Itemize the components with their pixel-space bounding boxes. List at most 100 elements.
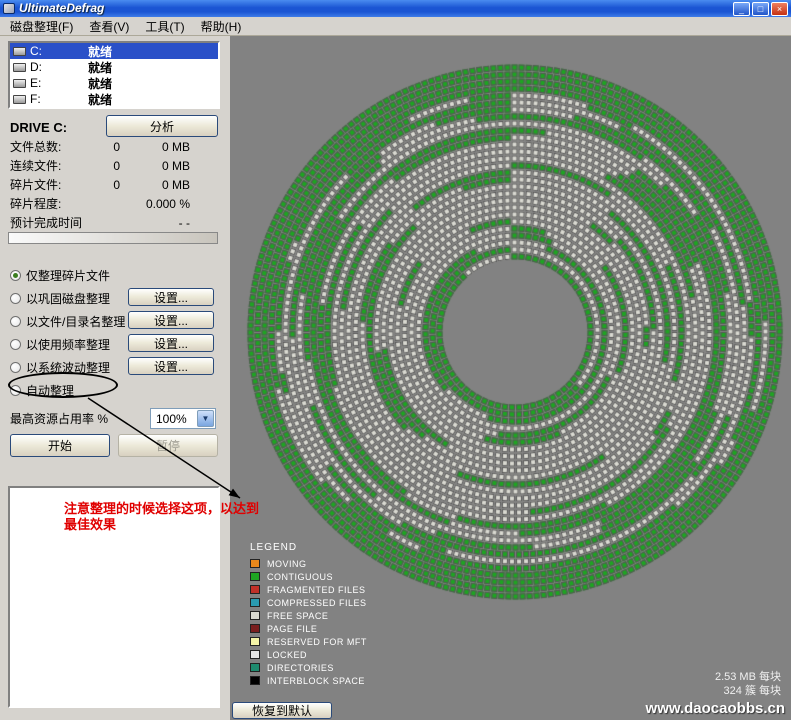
option-frequency[interactable]: 以使用频率整理 设置... [10, 334, 220, 354]
legend-swatch [250, 624, 260, 633]
drive-name: E: [30, 76, 52, 90]
drive-row-d[interactable]: D: 就绪 [10, 59, 218, 75]
radio-icon[interactable] [10, 362, 21, 373]
maximize-icon[interactable]: □ [752, 2, 769, 16]
option-fragmented-only[interactable]: 仅整理碎片文件 [10, 265, 110, 285]
radio-icon[interactable] [10, 385, 21, 396]
analyze-button[interactable]: 分析 [106, 115, 218, 137]
control-panel: C: 就绪 D: 就绪 E: 就绪 F: 就绪 DRIVE C: 分析 文件总数… [0, 36, 230, 720]
window-controls: _ □ × [733, 2, 788, 16]
progress-bar [8, 232, 218, 244]
disk-map-panel: LEGEND MOVING CONTIGUOUS FRAGMENTED FILE… [230, 36, 791, 720]
restore-default-button[interactable]: 恢复到默认 [232, 702, 332, 719]
settings-button[interactable]: 设置... [128, 311, 214, 329]
legend-item-directories: DIRECTORIES [250, 661, 367, 674]
close-icon[interactable]: × [771, 2, 788, 16]
drive-row-f[interactable]: F: 就绪 [10, 91, 218, 107]
stat-contiguous-files: 连续文件: 0 0 MB [0, 156, 230, 175]
radio-icon[interactable] [10, 316, 21, 327]
minimize-icon[interactable]: _ [733, 2, 750, 16]
annotation-line1: 注意整理的时候选择这项，以达到 [64, 501, 259, 517]
titlebar: UltimateDefrag _ □ × [0, 0, 791, 17]
stat-fragmented-files: 碎片文件: 0 0 MB [0, 175, 230, 194]
drive-name: C: [30, 44, 52, 58]
stat-fragmentation-level: 碎片程度: 0.000 % [0, 194, 230, 213]
radio-icon[interactable] [10, 293, 21, 304]
settings-button[interactable]: 设置... [128, 357, 214, 375]
legend-swatch [250, 598, 260, 607]
chevron-down-icon[interactable]: ▼ [197, 410, 214, 427]
stat-label: 连续文件: [0, 157, 96, 174]
option-volatility[interactable]: 以系统波动整理 设置... [10, 357, 220, 377]
ultimatedefrag-window: { "window": { "title": "UltimateDefrag",… [0, 0, 791, 720]
legend-label: RESERVED FOR MFT [267, 637, 367, 647]
drive-list: C: 就绪 D: 就绪 E: 就绪 F: 就绪 [8, 41, 220, 109]
stat-label: 碎片程度: [0, 195, 96, 212]
legend-label: CONTIGUOUS [267, 572, 333, 582]
legend-swatch [250, 559, 260, 568]
menu-tools[interactable]: 工具(T) [137, 16, 192, 37]
annotation-line2: 最佳效果 [64, 517, 259, 533]
block-info: 2.53 MB 每块 324 簇 每块 [715, 670, 781, 698]
app-icon [3, 3, 15, 14]
legend-swatch [250, 585, 260, 594]
radio-icon[interactable] [10, 270, 21, 281]
resource-usage-dropdown[interactable]: 100% ▼ [150, 408, 216, 429]
menu-defrag[interactable]: 磁盘整理(F) [2, 16, 81, 37]
stat-total-files: 文件总数: 0 0 MB [0, 137, 230, 156]
start-button[interactable]: 开始 [10, 434, 110, 457]
block-size-label: 2.53 MB 每块 [715, 670, 781, 684]
legend-item-free-space: FREE SPACE [250, 609, 367, 622]
option-label: 自动整理 [26, 382, 74, 399]
stat-size: 0 MB [120, 178, 230, 192]
resource-usage-label: 最高资源占用率 % [10, 412, 108, 426]
drive-status: 就绪 [88, 43, 112, 60]
stat-size: 0 MB [120, 159, 230, 173]
legend-item-interblock: INTERBLOCK SPACE [250, 674, 367, 687]
drive-icon [13, 63, 26, 72]
cluster-size-label: 324 簇 每块 [715, 684, 781, 698]
legend-label: COMPRESSED FILES [267, 598, 367, 608]
legend-swatch [250, 572, 260, 581]
option-auto[interactable]: 自动整理 [10, 380, 74, 400]
option-label: 以巩固磁盘整理 [26, 290, 110, 307]
legend-label: MOVING [267, 559, 307, 569]
window-title: UltimateDefrag [19, 0, 104, 17]
option-label: 以文件/目录名整理 [26, 313, 125, 330]
drive-name: D: [30, 60, 52, 74]
menubar: 磁盘整理(F) 查看(V) 工具(T) 帮助(H) [0, 17, 791, 36]
menu-view[interactable]: 查看(V) [81, 16, 137, 37]
option-label: 以使用频率整理 [26, 336, 110, 353]
legend-label: FRAGMENTED FILES [267, 585, 366, 595]
legend-swatch [250, 663, 260, 672]
radio-icon[interactable] [10, 339, 21, 350]
drive-status: 就绪 [88, 75, 112, 92]
drive-name: F: [30, 92, 52, 106]
legend-title: LEGEND [250, 542, 367, 553]
drive-row-e[interactable]: E: 就绪 [10, 75, 218, 91]
legend-item-contiguous: CONTIGUOUS [250, 570, 367, 583]
drive-icon [13, 95, 26, 104]
option-consolidate[interactable]: 以巩固磁盘整理 设置... [10, 288, 220, 308]
legend-item-moving: MOVING [250, 557, 367, 570]
option-filename[interactable]: 以文件/目录名整理 设置... [10, 311, 220, 331]
drive-icon [13, 47, 26, 56]
settings-button[interactable]: 设置... [128, 334, 214, 352]
legend-label: FREE SPACE [267, 611, 328, 621]
legend-swatch [250, 676, 260, 685]
stat-label: 碎片文件: [0, 176, 96, 193]
legend-label: PAGE FILE [267, 624, 317, 634]
legend-label: LOCKED [267, 650, 307, 660]
legend-swatch [250, 637, 260, 646]
legend-label: INTERBLOCK SPACE [267, 676, 365, 686]
settings-button[interactable]: 设置... [128, 288, 214, 306]
watermark: www.daocaobbs.cn [646, 700, 785, 717]
stat-count: 0 [96, 178, 120, 192]
legend-item-page-file: PAGE FILE [250, 622, 367, 635]
dropdown-value: 100% [151, 412, 197, 426]
menu-help[interactable]: 帮助(H) [193, 16, 250, 37]
annotation-note: 注意整理的时候选择这项，以达到 最佳效果 [64, 501, 259, 533]
legend-item-fragmented: FRAGMENTED FILES [250, 583, 367, 596]
drive-row-c[interactable]: C: 就绪 [10, 43, 218, 59]
stat-estimated-time: 预计完成时间 - - [0, 213, 230, 232]
